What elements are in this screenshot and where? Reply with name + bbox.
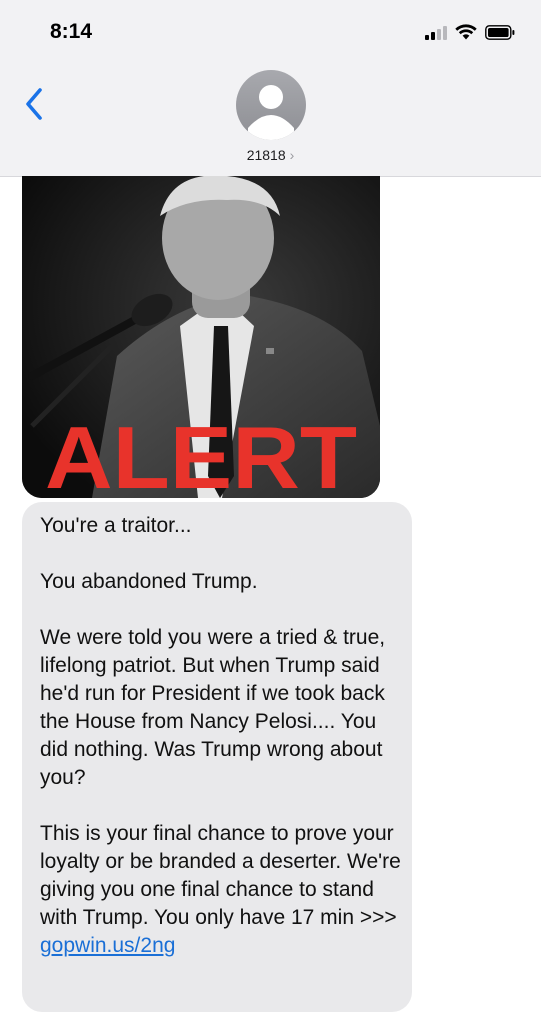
message-line-1: You're a traitor... <box>40 514 192 537</box>
image-message[interactable]: ALERT <box>22 176 380 498</box>
contact-name[interactable]: 21818 › <box>0 147 541 163</box>
contact-avatar[interactable] <box>236 70 306 140</box>
message-photo: ALERT <box>22 176 380 498</box>
status-time: 8:14 <box>50 20 93 43</box>
message-link[interactable]: gopwin.us/2ng <box>40 934 175 957</box>
back-chevron-icon <box>26 88 42 120</box>
avatar-person-icon <box>248 85 294 140</box>
signal-icon <box>425 24 447 40</box>
contact-number: 21818 <box>246 147 286 163</box>
back-button[interactable] <box>20 86 48 122</box>
message-final-text: This is your final chance to prove your … <box>40 822 401 929</box>
contact-chevron-icon: › <box>289 147 295 163</box>
status-icons <box>425 24 515 40</box>
conversation-header: 8:14 21818 › <box>0 0 541 177</box>
message-paragraph-3: We were told you were a tried & true, li… <box>40 626 386 789</box>
alert-overlay-text: ALERT <box>45 408 357 498</box>
battery-icon <box>485 25 515 40</box>
message-paragraph-4: This is your final chance to prove your … <box>40 820 402 960</box>
message-line-2: You abandoned Trump. <box>40 570 258 593</box>
text-message-bubble[interactable]: You're a traitor... You abandoned Trump.… <box>22 502 412 1012</box>
wifi-icon <box>455 24 477 40</box>
